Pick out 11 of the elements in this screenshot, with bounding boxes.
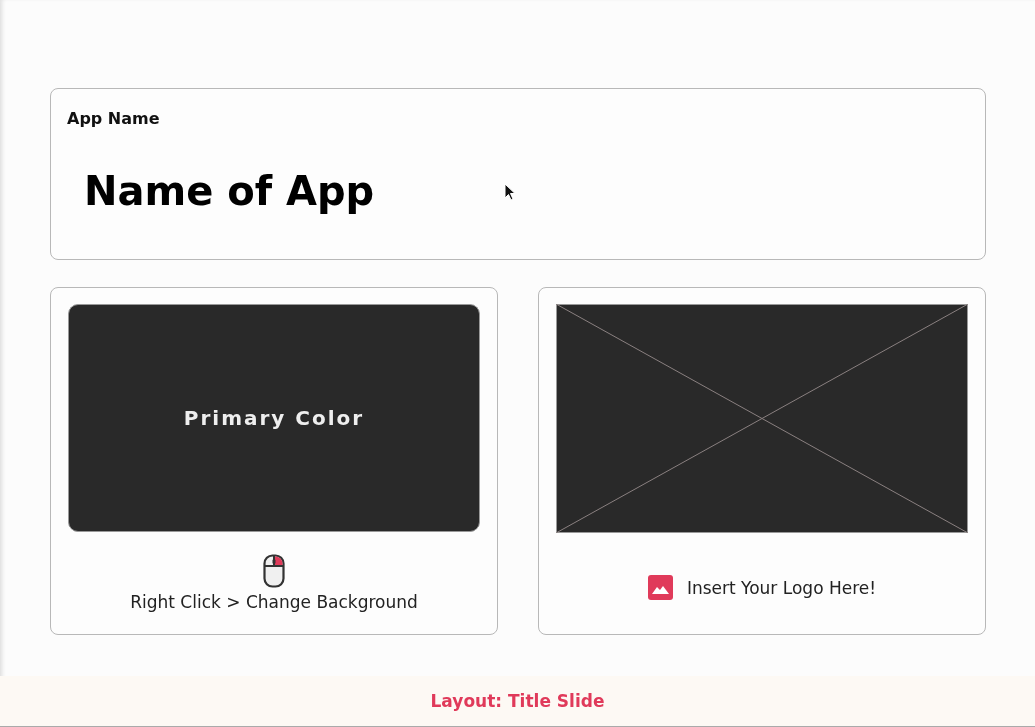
image-placeholder[interactable] — [556, 304, 968, 533]
field-label: App Name — [67, 109, 160, 128]
image-icon — [647, 575, 673, 600]
layout-label: Layout: Title Slide — [430, 691, 605, 711]
hint-text: Right Click > Change Background — [130, 592, 418, 612]
hint-text: Insert Your Logo Here! — [686, 577, 877, 598]
color-swatch[interactable]: Primary Color — [68, 304, 480, 532]
mouse-icon — [263, 554, 285, 588]
cursor-icon — [504, 183, 516, 201]
swatch-label: Primary Color — [183, 406, 365, 430]
app-name-text[interactable]: Name of App — [84, 168, 375, 214]
